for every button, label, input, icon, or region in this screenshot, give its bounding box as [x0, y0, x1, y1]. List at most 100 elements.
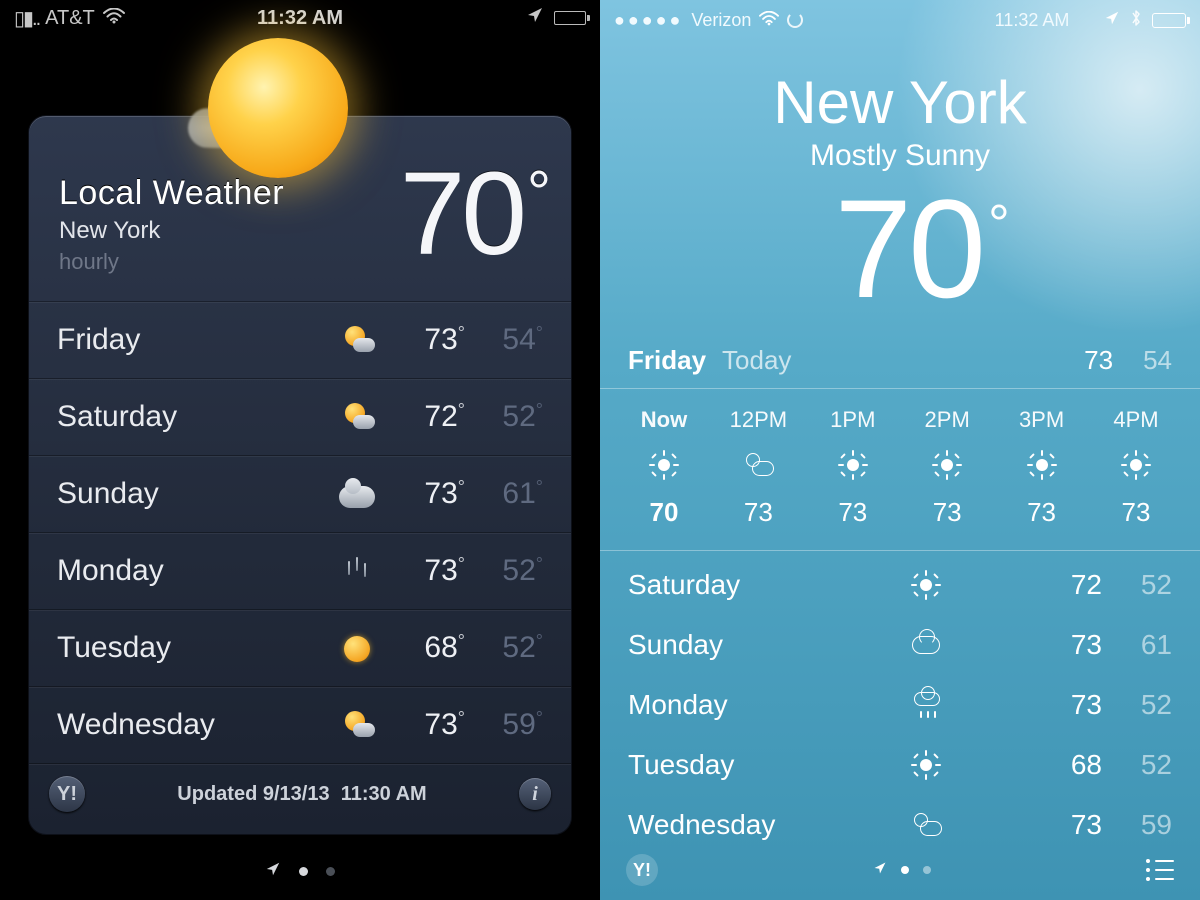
hour-label: 4PM [1113, 407, 1158, 433]
hourly-column: 12PM 73 [716, 407, 800, 528]
high-temp: 73 [1032, 809, 1102, 841]
city-label: New York [600, 68, 1200, 137]
high-temp: 72° [387, 400, 465, 434]
partly-cloudy-icon [912, 811, 940, 839]
high-temp: 73° [387, 323, 465, 357]
high-temp: 73 [1032, 689, 1102, 721]
weather-header: New York Mostly Sunny 70° [600, 68, 1200, 319]
sun-icon [839, 451, 867, 479]
battery-icon [554, 11, 586, 25]
page-dot [923, 866, 931, 874]
day-label: Tuesday [628, 749, 912, 781]
hour-temp: 73 [1121, 497, 1150, 528]
forecast-row[interactable]: Tuesday68°52° [29, 610, 571, 687]
rain-cloud-icon [912, 691, 940, 719]
sun-icon [1122, 451, 1150, 479]
high-temp: 73° [387, 477, 465, 511]
footer-bar: Y! [600, 854, 1200, 886]
battery-icon [1152, 13, 1186, 28]
current-temp: 70° [400, 146, 547, 282]
day-label: Monday [57, 554, 327, 588]
hourly-forecast[interactable]: Now7012PM731PM732PM733PM734PM73 [600, 389, 1200, 551]
low-temp: 52 [1102, 749, 1172, 781]
sun-icon [912, 751, 940, 779]
info-button[interactable]: i [519, 778, 551, 810]
hourly-column: 3PM73 [1000, 407, 1084, 528]
sun-icon [1028, 451, 1056, 479]
low-temp: 59 [1102, 809, 1172, 841]
yahoo-button[interactable]: Y! [626, 854, 658, 886]
low-temp: 61 [1102, 629, 1172, 661]
day-label: Tuesday [57, 631, 327, 665]
forecast-row[interactable]: Friday73°54° [29, 302, 571, 379]
low-temp: 52° [465, 400, 543, 434]
wifi-icon [103, 7, 125, 30]
card-header: Local Weather New York hourly 70° [29, 116, 571, 301]
page-indicator[interactable] [265, 861, 335, 882]
high-temp: 73° [387, 708, 465, 742]
location-arrow-icon [873, 861, 887, 880]
updated-label: Updated 9/13/13 11:30 AM [177, 783, 426, 806]
today-day: Friday [628, 345, 706, 376]
low-temp: 52 [1102, 689, 1172, 721]
daily-row: Saturday7252 [600, 555, 1200, 615]
forecast-row[interactable]: Wednesday 73°59° [29, 687, 571, 764]
hour-temp: 73 [744, 497, 773, 528]
location-arrow-icon [265, 861, 281, 882]
partly-cloudy-icon [744, 451, 772, 479]
day-label: Saturday [57, 400, 327, 434]
high-temp: 72 [1032, 569, 1102, 601]
forecast-row[interactable]: Saturday 72°52° [29, 379, 571, 456]
sun-icon [344, 636, 370, 662]
sun-icon [912, 571, 940, 599]
sun-cloud-icon [339, 403, 375, 433]
carrier-label: AT&T [45, 7, 95, 30]
day-label: Wednesday [57, 708, 327, 742]
low-temp: 61° [465, 477, 543, 511]
hour-label: 3PM [1019, 407, 1064, 433]
sun-icon [933, 451, 961, 479]
hour-label: 12PM [730, 407, 787, 433]
loading-spinner-icon [787, 12, 803, 28]
day-label: Friday [57, 323, 327, 357]
low-temp: 52° [465, 631, 543, 665]
daily-row: Tuesday6852 [600, 735, 1200, 795]
high-temp: 73° [387, 554, 465, 588]
today-low: 54 [1143, 345, 1172, 376]
daily-forecast[interactable]: Saturday7252Sunday7361Monday7352Tuesday6… [600, 551, 1200, 855]
cloud-icon [339, 486, 375, 508]
yahoo-button[interactable]: Y! [49, 776, 85, 812]
forecast-row[interactable]: Sunday 73°61° [29, 456, 571, 533]
rain-icon [342, 557, 372, 587]
bluetooth-icon [1130, 9, 1142, 32]
day-label: Sunday [57, 477, 327, 511]
hour-label: 1PM [830, 407, 875, 433]
daily-row: Sunday 7361 [600, 615, 1200, 675]
day-label: Sunday [628, 629, 912, 661]
low-temp: 52 [1102, 569, 1172, 601]
forecast-list: Friday73°54°Saturday72°52°Sunday73°61°Mo… [29, 301, 571, 764]
forecast-row[interactable]: Monday73°52° [29, 533, 571, 610]
list-view-button[interactable] [1146, 859, 1174, 881]
sun-icon [650, 451, 678, 479]
location-arrow-icon [1104, 10, 1120, 31]
page-indicator[interactable] [873, 861, 931, 880]
cloud-icon [912, 631, 940, 659]
day-label: Monday [628, 689, 912, 721]
condition-label: Mostly Sunny [600, 139, 1200, 173]
hourly-column: 4PM 73 [1094, 407, 1178, 528]
clock-label: 11:32 AM [995, 10, 1070, 31]
daily-row: Wednesday7359 [600, 795, 1200, 855]
page-dot [299, 867, 308, 876]
sun-cloud-icon [339, 326, 375, 356]
low-temp: 59° [465, 708, 543, 742]
signal-bars-icon: ▯▮.. [14, 6, 39, 31]
today-summary-row: Friday Today 73 54 [600, 345, 1200, 389]
current-temp: 70° [600, 179, 1200, 319]
high-temp: 73 [1032, 629, 1102, 661]
weather-card: Local Weather New York hourly 70° Friday… [28, 115, 572, 835]
hour-label: Now [641, 407, 687, 433]
carrier-label: Verizon [691, 10, 751, 31]
ios7-weather-screen: ●●●●● Verizon 11:32 AM New York Mostly S… [600, 0, 1200, 900]
signal-dots-icon: ●●●●● [614, 10, 683, 31]
